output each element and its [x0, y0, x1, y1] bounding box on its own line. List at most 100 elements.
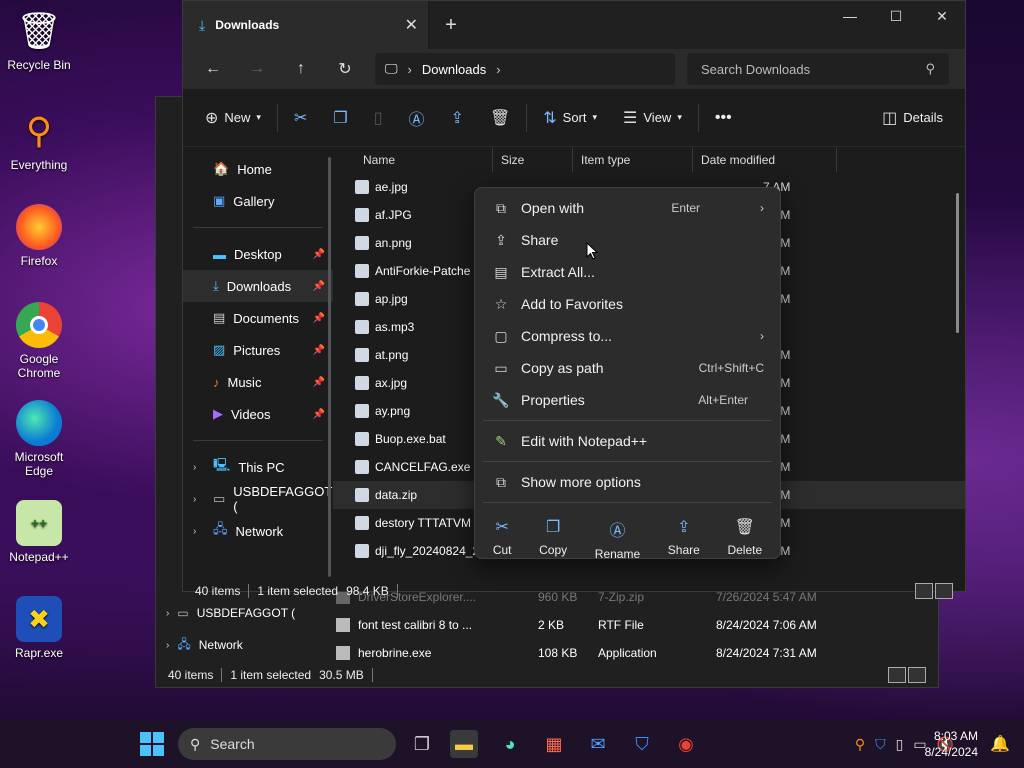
quick-cut-button[interactable]: ✂ Cut [493, 517, 512, 561]
desktop-icon-chrome[interactable]: Google Chrome [4, 302, 74, 380]
chevron-right-icon[interactable]: › [193, 494, 196, 505]
up-button[interactable]: ↑ [281, 53, 321, 85]
more-options-button[interactable]: ••• [705, 102, 742, 134]
quick-share-button[interactable]: ⇪ Share [668, 517, 700, 561]
tiles-view-icon[interactable] [908, 667, 926, 683]
pin-icon[interactable]: 📌 [313, 409, 325, 420]
details-view-icon[interactable] [915, 583, 933, 599]
edge-taskbar-icon[interactable]: ◕ [496, 730, 524, 758]
share-button[interactable]: ⇪ [441, 102, 474, 134]
column-type[interactable]: Item type [573, 148, 693, 172]
desktop-icon-everything[interactable]: ⚲ Everything [4, 108, 74, 172]
pin-icon[interactable]: 📌 [313, 377, 325, 388]
start-button[interactable] [140, 732, 164, 756]
menu-item-extract-all[interactable]: ▤ Extract All... [479, 256, 776, 288]
chevron-right-icon[interactable]: › [496, 62, 500, 77]
view-button[interactable]: ☰ View ▾ [613, 102, 692, 134]
sidebar-item-music[interactable]: ♪ Music 📌 [183, 366, 333, 398]
sidebar-item-documents[interactable]: ▤ Documents 📌 [183, 302, 333, 334]
file-icon [355, 544, 369, 558]
security-tray-icon[interactable]: ⛉ [875, 736, 886, 753]
sidebar-item-downloads[interactable]: ⤓ Downloads 📌 [183, 270, 333, 302]
quick-rename-button[interactable]: Ⓐ Rename [595, 517, 640, 561]
chevron-right-icon[interactable]: › [193, 462, 196, 473]
new-button[interactable]: ⊕ New ▾ [195, 102, 271, 134]
menu-item-show-more-options[interactable]: ⧉ Show more options [479, 466, 776, 498]
sidebar-item-pictures[interactable]: ▨ Pictures 📌 [183, 334, 333, 366]
quick-copy-button[interactable]: ❐ Copy [539, 517, 567, 561]
new-tab-button[interactable]: + [429, 1, 473, 49]
menu-item-add-to-favorites[interactable]: ☆ Add to Favorites [479, 288, 776, 320]
delete-button[interactable]: 🗑 [480, 102, 520, 134]
sidebar-item-desktop[interactable]: ▬ Desktop 📌 [183, 238, 333, 270]
desktop-icon-recycle-bin[interactable]: 🗑 Recycle Bin [4, 8, 74, 72]
view-toggle[interactable] [915, 583, 953, 599]
details-view-icon[interactable] [888, 667, 906, 683]
tab-downloads[interactable]: ⤓ Downloads ✕ [183, 1, 429, 49]
sidebar-scrollbar[interactable] [328, 157, 331, 577]
minimize-button[interactable]: — [827, 1, 873, 31]
column-type-label: Item type [581, 153, 631, 167]
table-row[interactable]: font test calibri 8 to ... 2 KB RTF File… [336, 611, 926, 639]
sidebar-item-videos[interactable]: ▶ Videos 📌 [183, 398, 333, 430]
paste-button[interactable]: ▯ [364, 102, 393, 134]
list-scrollbar[interactable] [956, 193, 959, 333]
refresh-button[interactable]: ↻ [325, 53, 365, 85]
sidebar-item-usb[interactable]: › ▭ USBDEFAGGOT ( [183, 483, 333, 515]
details-pane-button[interactable]: ◫ Details [872, 102, 953, 134]
close-tab-icon[interactable]: ✕ [405, 15, 418, 35]
view-toggle[interactable] [888, 667, 926, 683]
sidebar-item-network[interactable]: › 🖧 Network [183, 515, 333, 547]
sidebar-item-gallery[interactable]: ▣ Gallery [183, 185, 333, 217]
file-name: data.zip [375, 488, 418, 502]
column-name[interactable]: Name [333, 148, 493, 172]
menu-item-share[interactable]: ⇪ Share [479, 224, 776, 256]
back-button[interactable]: ← [193, 53, 233, 85]
column-size[interactable]: Size [493, 148, 573, 172]
search-input[interactable]: Search Downloads ⚲ [687, 53, 949, 85]
close-button[interactable]: ✕ [919, 1, 965, 31]
chrome-taskbar-icon[interactable]: ◉ [672, 730, 700, 758]
sidebar-item-home[interactable]: 🏠 Home [183, 153, 333, 185]
quick-delete-button[interactable]: 🗑 Delete [727, 517, 762, 561]
address-bar[interactable]: 🖵 › Downloads › [375, 53, 675, 85]
chevron-right-icon[interactable]: › [193, 526, 196, 537]
back-sidebar-item-network[interactable]: › 🖧 Network [166, 629, 326, 661]
menu-item-edit-with-notepad-plus-plus[interactable]: ✎ Edit with Notepad++ [479, 425, 776, 457]
notification-bell-icon[interactable]: 🔔 [990, 734, 1010, 754]
menu-item-copy-as-path[interactable]: ▭ Copy as path Ctrl+Shift+C [479, 352, 776, 384]
maximize-button[interactable]: ☐ [873, 1, 919, 31]
drive-icon: ▭ [213, 491, 226, 506]
defender-taskbar-icon[interactable]: ⛉ [628, 730, 656, 758]
file-explorer-taskbar-icon[interactable]: ▬ [450, 730, 478, 758]
forward-button[interactable]: → [237, 53, 277, 85]
clock[interactable]: 8:03 AM 8/24/2024 [925, 728, 978, 760]
trash-icon: 🗑 [734, 519, 755, 536]
menu-item-compress[interactable]: ▢ Compress to... › [479, 320, 776, 352]
store-taskbar-icon[interactable]: ▦ [540, 730, 568, 758]
task-view-icon[interactable]: ❐ [408, 730, 436, 758]
tiles-view-icon[interactable] [935, 583, 953, 599]
menu-item-open-with[interactable]: ⧉ Open with Enter › [479, 192, 776, 224]
everything-tray-icon[interactable]: ⚲ [855, 736, 865, 753]
cut-button[interactable]: ✂ [284, 102, 317, 134]
breadcrumb[interactable]: Downloads [422, 62, 486, 77]
desktop-icon-edge[interactable]: Microsoft Edge [4, 400, 74, 478]
outlook-taskbar-icon[interactable]: ✉ [584, 730, 612, 758]
desktop-icon-firefox[interactable]: Firefox [4, 204, 74, 268]
pin-icon[interactable]: 📌 [313, 249, 325, 260]
menu-item-properties[interactable]: 🔧 Properties Alt+Enter [479, 384, 776, 416]
pin-icon[interactable]: 📌 [313, 345, 325, 356]
sidebar-item-this-pc[interactable]: › 🖳 This PC [183, 451, 333, 483]
rename-button[interactable]: Ⓐ [399, 102, 435, 134]
pin-icon[interactable]: 📌 [313, 281, 325, 292]
desktop-icon-notepad-plus-plus[interactable]: ++ Notepad++ [4, 500, 74, 564]
column-date[interactable]: Date modified [693, 148, 837, 172]
desktop-icon-rapr[interactable]: ✖ Rapr.exe [4, 596, 74, 660]
pin-icon[interactable]: 📌 [313, 313, 325, 324]
usb-tray-icon[interactable]: ▯ [896, 736, 904, 753]
copy-button[interactable]: ❐ [323, 102, 357, 134]
column-headers: Name Size Item type Date modified [333, 147, 965, 173]
taskbar-search[interactable]: ⚲ Search [178, 728, 396, 760]
sort-button[interactable]: ⇅ Sort ▾ [533, 102, 607, 134]
